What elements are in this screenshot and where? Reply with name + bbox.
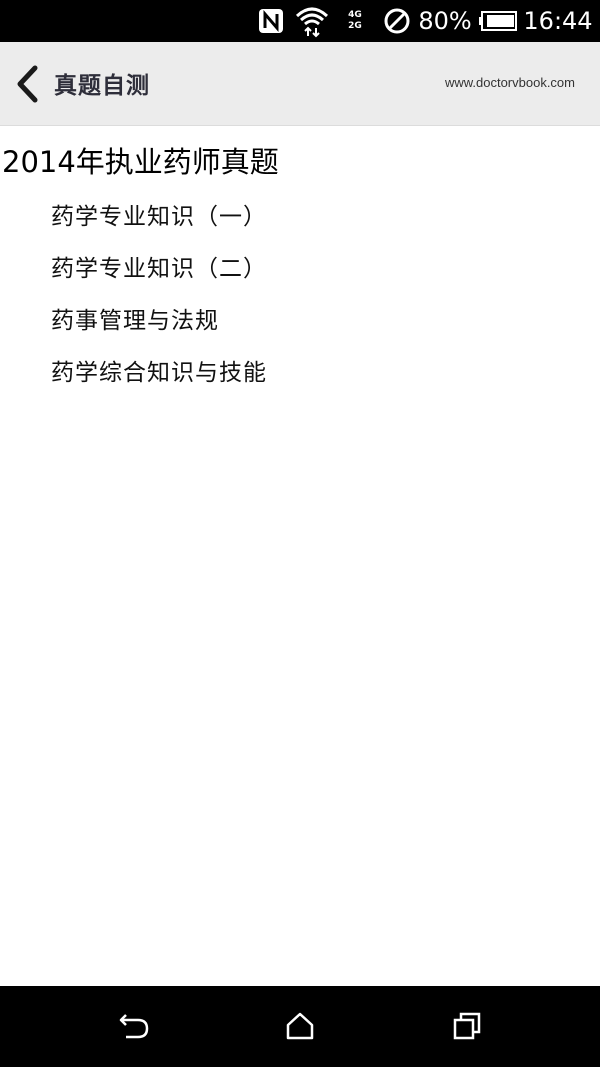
nav-recent-button[interactable] — [447, 1006, 487, 1046]
list-item[interactable]: 药事管理与法规 — [51, 304, 267, 356]
exam-list: 药学专业知识（一） 药学专业知识（二） 药事管理与法规 药学综合知识与技能 — [51, 200, 267, 408]
page-title: 真题自测 — [54, 73, 150, 99]
clock: 16:44 — [523, 7, 593, 35]
signal-icon: 4G 2G — [338, 0, 372, 42]
status-bar: 4G 2G 80% 16:44 — [0, 0, 600, 42]
navigation-bar — [0, 986, 600, 1067]
battery-icon — [478, 0, 518, 42]
nav-back-button[interactable] — [114, 1006, 154, 1046]
nfc-icon — [256, 0, 286, 42]
battery-percent: 80% — [418, 7, 472, 35]
home-icon — [286, 1012, 314, 1040]
chevron-left-icon — [17, 65, 38, 103]
nav-home-button[interactable] — [280, 1006, 320, 1046]
back-button[interactable] — [8, 62, 46, 106]
wifi-icon — [294, 0, 330, 42]
signal-top-label: 4G — [348, 10, 362, 20]
list-item[interactable]: 药学专业知识（一） — [51, 200, 267, 252]
recent-apps-icon — [453, 1012, 481, 1040]
list-item[interactable]: 药学专业知识（二） — [51, 252, 267, 304]
list-item[interactable]: 药学综合知识与技能 — [51, 356, 267, 408]
nav-back-icon — [119, 1014, 149, 1039]
do-not-disturb-icon — [380, 0, 414, 42]
section-title: 2014年执业药师真题 — [2, 145, 279, 179]
site-url: www.doctorvbook.com — [444, 75, 575, 90]
signal-bottom-label: 2G — [348, 21, 362, 31]
app-header: 真题自测 www.doctorvbook.com — [0, 42, 600, 126]
